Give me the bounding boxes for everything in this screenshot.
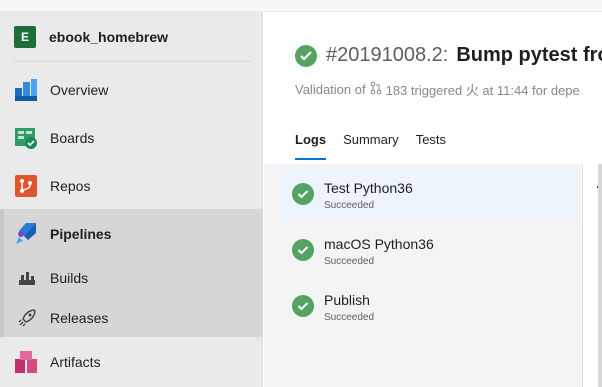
- boards-icon: [14, 126, 38, 150]
- main-content: #20191008.2: Bump pytest from Validation…: [264, 12, 602, 387]
- build-number: #20191008.2:: [326, 44, 449, 66]
- sidebar-item-label: Artifacts: [50, 354, 101, 370]
- jobs-list: Test Python36 Succeeded macOS Python36 S…: [264, 164, 582, 387]
- repos-icon: [14, 174, 38, 198]
- success-check-icon: [292, 183, 314, 205]
- builds-icon: [18, 269, 36, 287]
- tab-bar: Logs Summary Tests: [295, 132, 463, 160]
- tab-logs[interactable]: Logs: [295, 132, 327, 160]
- job-status: Succeeded: [324, 312, 375, 323]
- sidebar-item-label: Overview: [50, 82, 109, 98]
- sidebar-item-label: Repos: [50, 178, 91, 194]
- artifacts-icon: [14, 350, 38, 374]
- sidebar-item-label: Boards: [50, 130, 95, 146]
- build-subtitle: Validation of 183 triggered 火 at 11:44 f…: [295, 80, 580, 99]
- sidebar-item-overview[interactable]: Overview: [0, 70, 263, 110]
- job-name: Publish: [324, 292, 370, 308]
- job-status: Succeeded: [324, 256, 375, 267]
- build-title-text: Bump pytest from: [456, 44, 602, 66]
- subtitle-suffix[interactable]: 183 triggered 火 at 11:44 for depe: [386, 80, 580, 99]
- sidebar-item-label: Releases: [50, 310, 109, 326]
- project-avatar: E: [14, 26, 36, 48]
- scrollbar[interactable]: [598, 164, 602, 387]
- sidebar-item-label: Pipelines: [50, 226, 112, 242]
- project-header[interactable]: E ebook_homebrew: [14, 26, 251, 62]
- tab-summary[interactable]: Summary: [343, 132, 399, 158]
- job-name: Test Python36: [324, 180, 413, 196]
- success-check-icon: [292, 239, 314, 261]
- sidebar-item-repos[interactable]: Repos: [0, 166, 263, 206]
- releases-icon: [18, 309, 36, 327]
- success-check-icon: [295, 44, 317, 67]
- job-item[interactable]: macOS Python36 Succeeded: [280, 224, 578, 276]
- project-name: ebook_homebrew: [49, 29, 169, 45]
- success-check-icon: [292, 295, 314, 317]
- top-strip: [0, 0, 602, 12]
- pipelines-icon: [14, 222, 38, 246]
- job-name: macOS Python36: [324, 236, 434, 252]
- sidebar-item-label: Builds: [50, 270, 89, 286]
- pull-request-icon: [370, 81, 382, 98]
- job-item[interactable]: Publish Succeeded: [280, 280, 578, 332]
- build-title: #20191008.2: Bump pytest from: [295, 44, 602, 67]
- subtitle-prefix: Validation of: [295, 82, 366, 97]
- tab-tests[interactable]: Tests: [416, 132, 446, 158]
- sidebar-item-releases[interactable]: Releases: [0, 298, 263, 338]
- sidebar-item-artifacts[interactable]: Artifacts: [0, 342, 263, 382]
- job-item[interactable]: Test Python36 Succeeded: [280, 168, 578, 220]
- overview-icon: [14, 78, 38, 102]
- sidebar-item-boards[interactable]: Boards: [0, 118, 263, 158]
- sidebar-item-builds[interactable]: Builds: [0, 258, 263, 298]
- job-status: Succeeded: [324, 200, 375, 211]
- sidebar: E ebook_homebrew Overview Boards Repos P…: [0, 12, 263, 387]
- sidebar-item-pipelines[interactable]: Pipelines: [0, 214, 263, 254]
